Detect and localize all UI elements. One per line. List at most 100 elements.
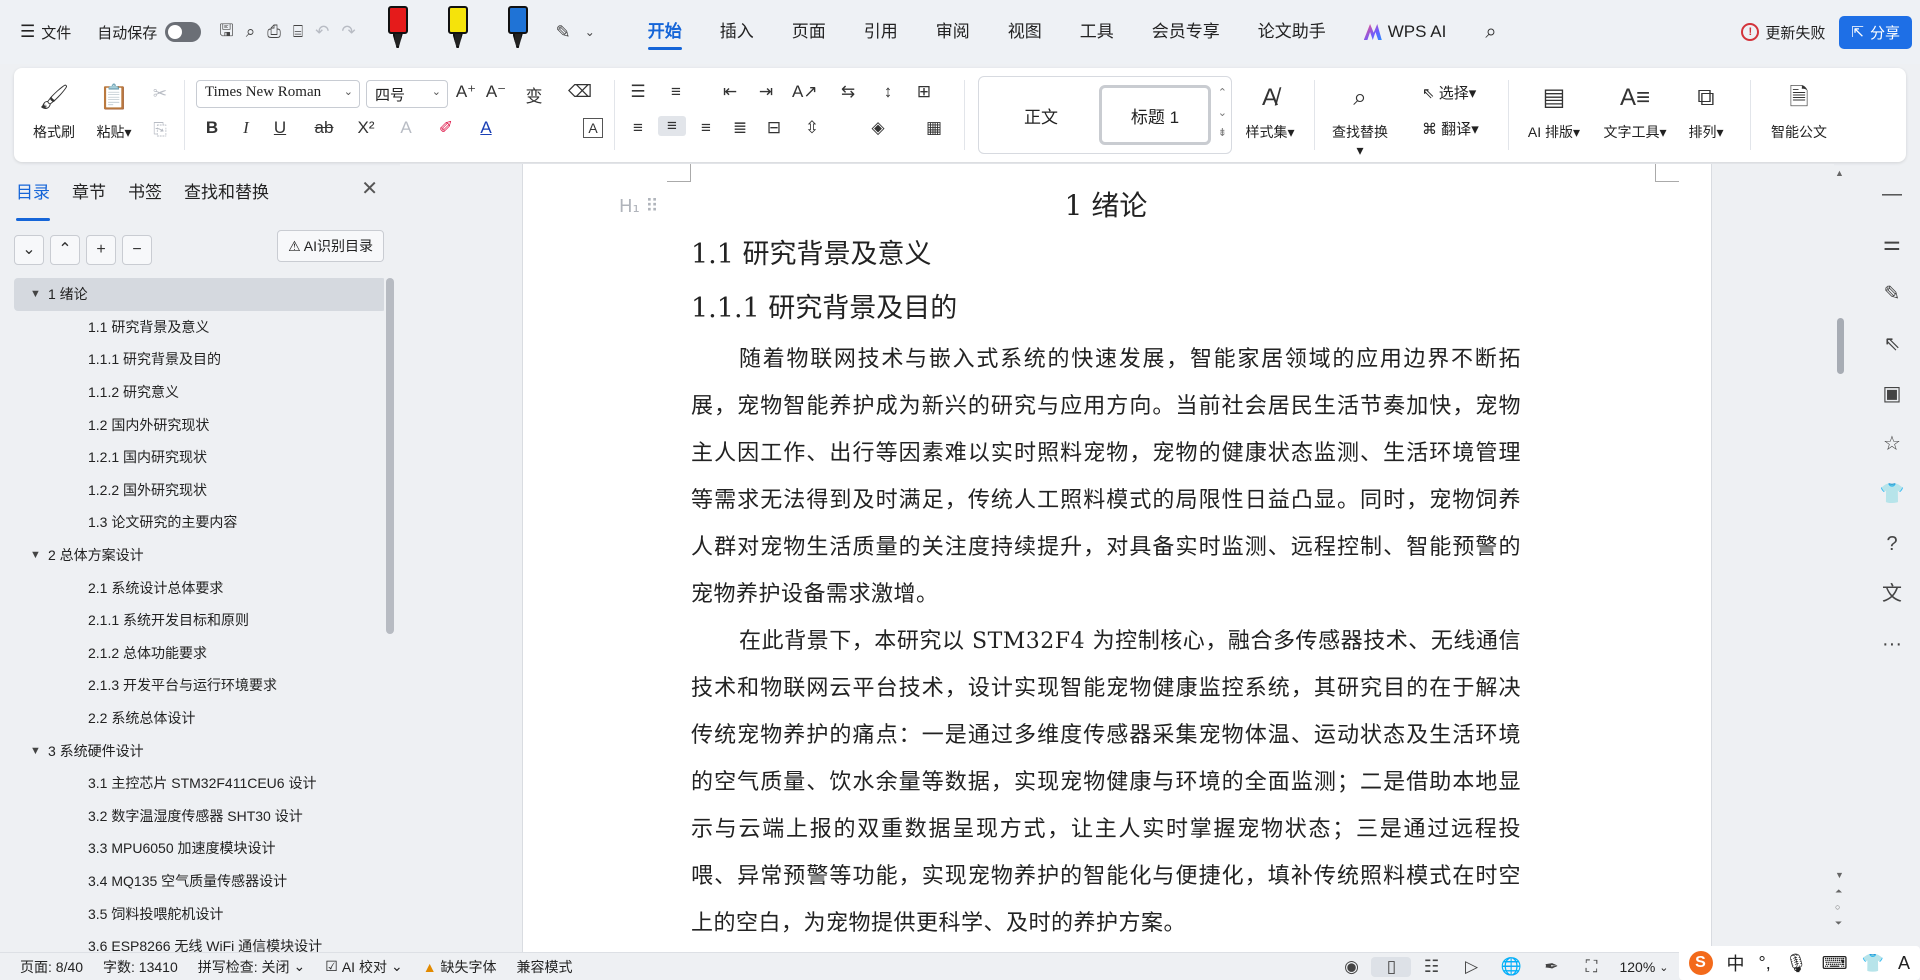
- ai-layout-button[interactable]: ▤ AI 排版▾: [1522, 80, 1586, 142]
- tab-insert[interactable]: 插入: [701, 0, 773, 64]
- prev-page-icon[interactable]: ⏶: [1835, 886, 1842, 897]
- select-button[interactable]: ⇖ 选择▾: [1422, 82, 1476, 103]
- copy-icon[interactable]: ⎘: [148, 120, 172, 140]
- gallery-scroll-arrows[interactable]: ⌃ ⌄ ⇟: [1218, 83, 1227, 143]
- grow-font-icon[interactable]: A⁺: [454, 82, 478, 102]
- strikethrough-icon[interactable]: ab: [312, 118, 336, 138]
- clip-icon[interactable]: ⌕: [246, 22, 256, 42]
- missing-fonts[interactable]: ▲ 缺失字体: [423, 957, 497, 977]
- scrollbar-thumb[interactable]: [1837, 318, 1844, 374]
- smart-doc-button[interactable]: 🗎 智能公文: [1762, 80, 1836, 142]
- print-preview-icon[interactable]: ⌸: [293, 22, 303, 42]
- heading-3[interactable]: 1.1.1 研究背景及目的: [691, 282, 1521, 336]
- highlight-color-icon[interactable]: ✐: [434, 118, 458, 138]
- keyboard-icon[interactable]: ⌨: [1822, 953, 1848, 974]
- toc-item[interactable]: 1.2 国内外研究现状: [14, 408, 384, 441]
- style-normal[interactable]: 正文: [985, 85, 1097, 145]
- tab-find-replace[interactable]: 查找和替换: [184, 178, 269, 212]
- yellow-highlighter-icon[interactable]: [446, 6, 470, 52]
- more-icon[interactable]: ···: [1878, 630, 1906, 658]
- tab-view[interactable]: 视图: [989, 0, 1061, 64]
- print-icon[interactable]: ⎙: [267, 22, 281, 42]
- toc-item[interactable]: 2.2 系统总体设计: [14, 702, 384, 735]
- char-border-icon[interactable]: A: [583, 118, 603, 138]
- autosave-toggle[interactable]: [165, 22, 202, 42]
- image-edit-icon[interactable]: ▣: [1878, 380, 1906, 408]
- toc-item[interactable]: ▼ 2 总体方案设计: [14, 539, 384, 572]
- web-view-icon[interactable]: 🌐: [1491, 957, 1531, 977]
- find-replace-button[interactable]: ⌕ 查找替换▾: [1330, 80, 1390, 159]
- expand-up-icon[interactable]: ⌃: [50, 235, 80, 265]
- adjust-icon[interactable]: ⚌: [1878, 230, 1906, 258]
- shrink-font-icon[interactable]: A⁻: [484, 82, 508, 102]
- bold-icon[interactable]: B: [200, 118, 224, 138]
- blue-highlighter-icon[interactable]: [506, 6, 530, 52]
- toc-item[interactable]: 2.1.1 系统开发目标和原则: [14, 604, 384, 637]
- heading-2[interactable]: 1.1 研究背景及意义: [691, 228, 1521, 282]
- document-scrollbar[interactable]: ▲ ▼ ⏶ ○ ⏷: [1834, 164, 1846, 952]
- bullet-list-icon[interactable]: ☰: [626, 82, 650, 102]
- heading-drag-handle-icon[interactable]: H₁ ⠿: [619, 196, 659, 217]
- styles-set-button[interactable]: A̸ 样式集▾: [1240, 80, 1300, 142]
- chinese-layout-icon[interactable]: ⇆: [836, 82, 860, 102]
- align-right-icon[interactable]: ≡: [694, 118, 718, 138]
- text-tools-button[interactable]: A≡ 文字工具▾: [1598, 80, 1672, 142]
- toc-item[interactable]: 2.1.3 开发平台与运行环境要求: [14, 669, 384, 702]
- numbered-list-icon[interactable]: ≡: [664, 82, 688, 102]
- translate-button[interactable]: ⌘ 翻译▾: [1422, 118, 1479, 139]
- text-direction-icon[interactable]: A↗: [792, 82, 818, 102]
- font-size-select[interactable]: 四号 ⌄: [366, 80, 448, 108]
- tab-bookmarks[interactable]: 书签: [128, 178, 162, 212]
- paste-button[interactable]: 📋 粘贴▾: [84, 80, 144, 142]
- increase-indent-icon[interactable]: ⇥: [754, 82, 778, 102]
- toc-item[interactable]: 3.2 数字温湿度传感器 SHT30 设计: [14, 800, 384, 833]
- collapse-down-icon[interactable]: ⌄: [14, 235, 44, 265]
- distributed-icon[interactable]: ⊟: [762, 118, 786, 138]
- paragraph[interactable]: 随着物联网技术与嵌入式系统的快速发展，智能家居领域的应用边界不断拓展，宠物智能养…: [691, 336, 1521, 618]
- fit-page-icon[interactable]: ⛶: [1571, 957, 1611, 977]
- close-icon[interactable]: ✕: [361, 176, 378, 201]
- tab-sections[interactable]: 章节: [72, 178, 106, 212]
- ime-language[interactable]: 中: [1727, 950, 1745, 976]
- pen-icon[interactable]: ✒: [1531, 957, 1571, 977]
- cut-icon[interactable]: ✂: [148, 84, 172, 104]
- borders-icon[interactable]: ▦: [922, 118, 946, 138]
- toc-item[interactable]: 1.2.1 国内研究现状: [14, 441, 384, 474]
- toc-item[interactable]: 2.1 系统设计总体要求: [14, 571, 384, 604]
- red-highlighter-icon[interactable]: [386, 6, 410, 52]
- caret-down-icon[interactable]: ▼: [30, 745, 48, 757]
- collapse-sidebar-icon[interactable]: —: [1878, 180, 1906, 208]
- shirt-icon[interactable]: 👕: [1878, 480, 1906, 508]
- spellcheck-status[interactable]: 拼写检查: 关闭 ⌄: [198, 957, 306, 977]
- search-icon[interactable]: ⌕: [1485, 21, 1496, 44]
- tab-member[interactable]: 会员专享: [1133, 0, 1239, 64]
- toc-scrollbar[interactable]: [386, 278, 394, 634]
- align-center-icon[interactable]: ≡: [658, 116, 686, 136]
- toc-item[interactable]: 3.4 MQ135 空气质量传感器设计: [14, 865, 384, 898]
- toc-item[interactable]: 1.1.2 研究意义: [14, 376, 384, 409]
- tab-thesis-assistant[interactable]: 论文助手: [1239, 0, 1345, 64]
- toc-item[interactable]: 1.2.2 国外研究现状: [14, 474, 384, 507]
- browse-object-icon[interactable]: ○: [1835, 902, 1840, 912]
- pen-tool[interactable]: ✎ ⌄: [556, 22, 595, 43]
- text-effect-icon[interactable]: A: [394, 118, 418, 138]
- share-button[interactable]: ⇱ 分享: [1839, 15, 1912, 49]
- format-painter-button[interactable]: 🖌 格式刷: [24, 80, 84, 142]
- caret-down-icon[interactable]: ▼: [30, 288, 48, 300]
- help-icon[interactable]: ?: [1878, 530, 1906, 558]
- undo-icon[interactable]: ↶: [315, 22, 329, 42]
- scroll-up-icon[interactable]: ▲: [1835, 168, 1844, 178]
- tab-tools[interactable]: 工具: [1061, 0, 1133, 64]
- remove-heading-icon[interactable]: −: [122, 235, 152, 265]
- tab-page[interactable]: 页面: [773, 0, 845, 64]
- toc-item[interactable]: 1.1.1 研究背景及目的: [14, 343, 384, 376]
- play-icon[interactable]: ▷: [1451, 957, 1491, 977]
- toc-item[interactable]: 3.1 主控芯片 STM32F411CEU6 设计: [14, 767, 384, 800]
- word-count[interactable]: 字数: 13410: [103, 957, 178, 977]
- update-failed-status[interactable]: ! 更新失败: [1741, 22, 1825, 43]
- toc-item[interactable]: 2.1.2 总体功能要求: [14, 637, 384, 670]
- outline-view-icon[interactable]: ☷: [1411, 957, 1451, 977]
- italic-icon[interactable]: I: [234, 118, 258, 138]
- scroll-down-icon[interactable]: ▼: [1835, 870, 1844, 880]
- decrease-indent-icon[interactable]: ⇤: [718, 82, 742, 102]
